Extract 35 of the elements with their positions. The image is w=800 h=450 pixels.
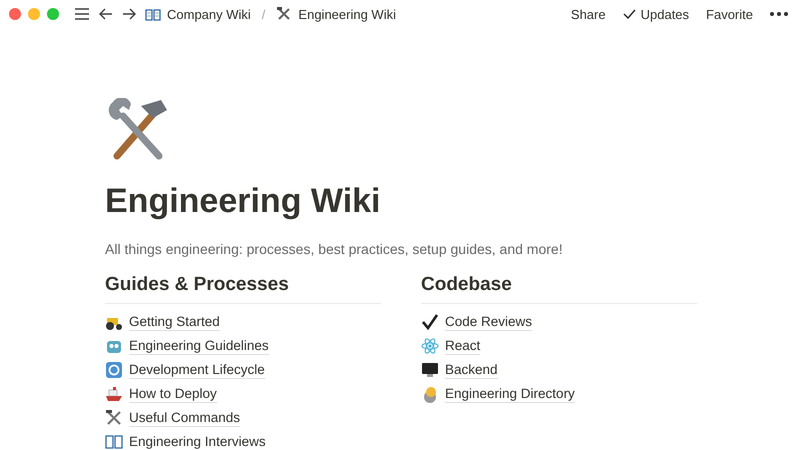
page-link[interactable]: Getting Started <box>129 313 220 331</box>
close-window-dot[interactable] <box>9 8 21 20</box>
check-icon <box>622 9 636 19</box>
tools-icon <box>105 409 123 427</box>
page-link[interactable]: React <box>445 337 480 355</box>
atom-icon <box>421 337 439 355</box>
tools-icon <box>276 6 292 22</box>
page-link[interactable]: Backend <box>445 361 498 379</box>
page-link[interactable]: Engineering Directory <box>445 385 575 403</box>
ship-icon <box>105 385 123 403</box>
toolbar-button[interactable]: Share <box>568 6 608 22</box>
more-options-icon[interactable] <box>770 12 788 16</box>
forward-arrow-icon[interactable] <box>122 8 136 20</box>
toolbar-button[interactable]: Favorite <box>704 6 755 22</box>
page-link[interactable]: Code Reviews <box>445 313 532 331</box>
breadcrumb-link[interactable]: Engineering Wiki <box>298 6 396 22</box>
check-icon <box>421 313 439 331</box>
page-link[interactable]: Useful Commands <box>129 409 240 427</box>
page-title: Engineering Wiki <box>105 181 382 222</box>
breadcrumb-separator: / <box>262 6 266 22</box>
page-link[interactable]: How to Deploy <box>129 385 217 403</box>
book-icon <box>145 8 161 20</box>
minimize-window-dot[interactable] <box>28 8 40 20</box>
page-link[interactable]: Engineering Interviews <box>129 433 266 450</box>
page-description: All things engineering: processes, best practices, setup guides, and more! <box>105 241 564 257</box>
section-heading: Codebase <box>421 273 697 304</box>
zoom-window-dot[interactable] <box>47 8 59 20</box>
monitor-icon <box>421 361 439 379</box>
menu-icon[interactable] <box>74 7 90 21</box>
page-link[interactable]: Development Lifecycle <box>129 361 265 379</box>
page-link[interactable]: Engineering Guidelines <box>129 337 269 355</box>
updates-button[interactable]: Updates <box>620 6 692 22</box>
back-arrow-icon[interactable] <box>99 8 113 20</box>
breadcrumb-link[interactable]: Company Wiki <box>167 6 251 22</box>
section-heading: Guides & Processes <box>105 273 381 304</box>
